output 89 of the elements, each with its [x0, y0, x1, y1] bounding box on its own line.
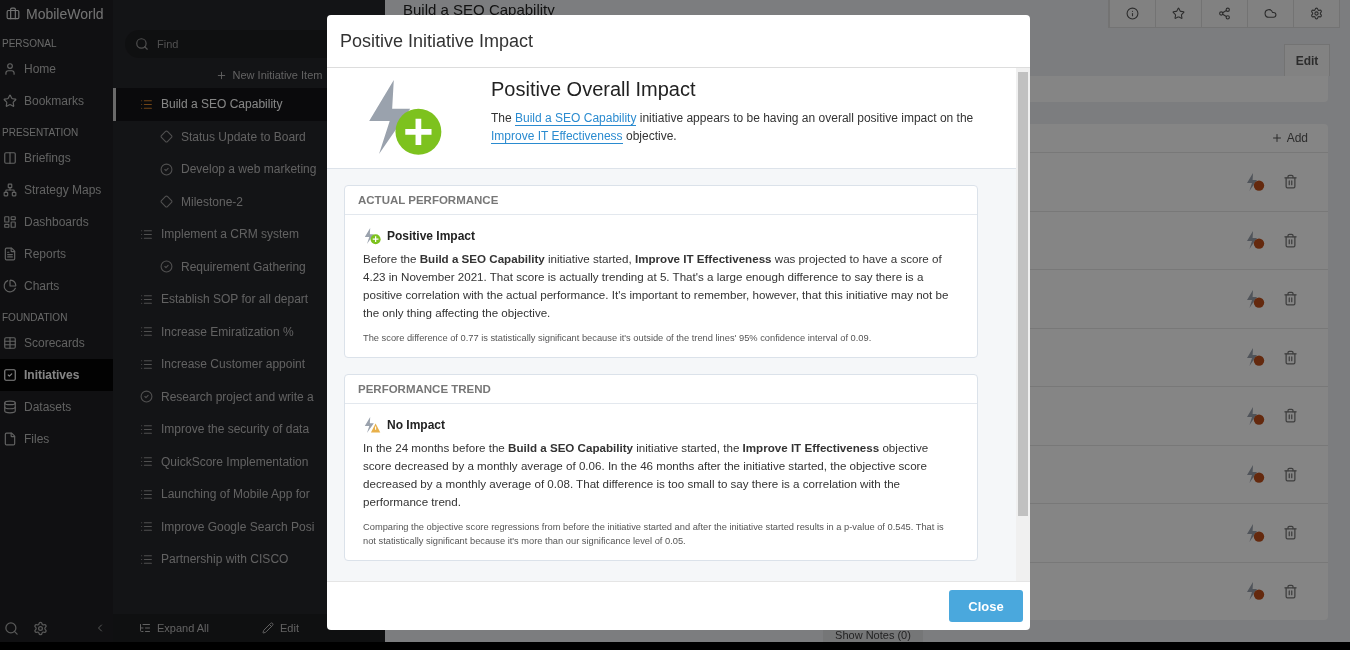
trash-icon[interactable] [1283, 349, 1298, 365]
section-title: PRESENTATION [1, 126, 80, 140]
impact-summary: The Build a SEO Capability initiative appears to be having an overall positive impact on the Improve IT Effectiveness objective. [491, 110, 975, 145]
impact-explanation: Before the Build a SEO Capability initiative started, Improve IT Effectiveness was projected to have a score of 4.23 in November 2021. That score is actually trending at 5. That's a large enough difference to say there is a positive correlation with the actual performance. It's important to remember, however, that this initiative may not be the only thing affecting the objective. [363, 251, 950, 321]
sidebar-item[interactable]: Strategy Maps [0, 174, 113, 206]
add-button[interactable]: Add [1264, 130, 1314, 146]
sidebar-item[interactable]: Dashboards [0, 206, 113, 238]
cloud-icon [1264, 6, 1277, 20]
settings-icon[interactable] [33, 620, 48, 636]
charts-icon [3, 279, 17, 293]
star-icon [1172, 6, 1185, 20]
check-circle-icon [160, 260, 173, 274]
trash-icon[interactable] [1283, 291, 1298, 307]
edit-tab[interactable]: Edit [1284, 44, 1330, 76]
search-icon[interactable] [4, 620, 19, 636]
section-title: FOUNDATION [1, 311, 69, 325]
gear-icon [1310, 6, 1323, 20]
sidebar-item[interactable]: Bookmarks [0, 85, 113, 117]
tree-item[interactable]: Status Update to Board [113, 120, 385, 153]
impact-icon [1245, 464, 1265, 485]
diamond-icon [160, 130, 173, 144]
statistics-note: Comparing the objective score regressions from before the initiative started and after the initiative started results in a p-value of 0.545. That is not statistically significant because it's more than our significance level of 0.05. [363, 521, 945, 548]
impact-explanation: In the 24 months before the Build a SEO Capability initiative started, the Improve IT Effectiveness objective score decreased by a monthly average of 0.06. In the 46 months after the initiative started, the objective score decreased by a monthly average of 0.08. That difference is too small to say there is a correlation with the performance trend. [363, 440, 930, 510]
impact-result: No Impact [387, 418, 445, 432]
expand-icon [139, 622, 151, 634]
check-circle-icon [140, 390, 153, 404]
files-icon [3, 432, 17, 446]
impact-icon [1245, 522, 1265, 543]
expand-all-button[interactable]: Expand All [133, 621, 215, 635]
scrollbar[interactable] [1016, 68, 1030, 581]
list-icon [140, 487, 153, 501]
impact-result: Positive Impact [387, 229, 476, 243]
section-title: PERSONAL [1, 37, 58, 51]
sidebar-item[interactable]: Files [0, 423, 113, 455]
list-icon [140, 552, 153, 566]
sidebar-item[interactable]: Initiatives [0, 359, 113, 391]
close-button[interactable]: Close [949, 590, 1023, 622]
objective-link[interactable]: Improve IT Effectiveness [491, 129, 623, 144]
objective-link[interactable]: Build a SEO Capability [515, 111, 637, 126]
diamond-icon [160, 195, 173, 209]
trash-icon[interactable] [1283, 174, 1298, 190]
statistics-note: The score difference of 0.77 is statistically significant because it's outside of the trend lines' 95% confidence interval of 0.09. [363, 332, 873, 345]
briefcase-icon [6, 7, 20, 21]
check-circle-icon [160, 162, 173, 176]
impact-icon [1245, 581, 1265, 602]
plus-icon [1270, 132, 1283, 144]
trash-icon[interactable] [1283, 525, 1298, 541]
bookmarks-icon [3, 94, 17, 108]
impact-icon [1245, 405, 1265, 426]
edit-button[interactable]: Edit [256, 621, 305, 635]
datasets-icon [3, 400, 17, 414]
list-icon [140, 520, 153, 534]
list-icon [140, 97, 153, 111]
info-icon [1126, 6, 1139, 20]
trash-icon[interactable] [1283, 583, 1298, 599]
list-icon [140, 422, 153, 436]
list-icon [140, 455, 153, 469]
search-icon [135, 37, 149, 51]
card-title: PERFORMANCE TREND [345, 375, 977, 404]
tree-item[interactable]: Implement a CRM system [113, 218, 385, 251]
no-impact-icon [363, 416, 381, 434]
plus-icon [215, 69, 227, 81]
impact-heading: Positive Overall Impact [491, 78, 697, 101]
impact-icon [1245, 288, 1265, 309]
trash-icon[interactable] [1283, 466, 1298, 482]
sidebar-item[interactable]: Charts [0, 270, 113, 302]
impact-icon [1245, 230, 1265, 251]
page-title: Build a SEO Capability [403, 0, 555, 18]
pencil-icon [262, 622, 275, 634]
impact-icon [1245, 347, 1265, 368]
sidebar-item[interactable]: Datasets [0, 391, 113, 423]
list-icon [140, 357, 153, 371]
sidebar-item[interactable]: Scorecards [0, 327, 113, 359]
tree-item[interactable]: Develop a web marketing [113, 153, 385, 186]
sidebar-item[interactable]: Home [0, 53, 113, 85]
share-icon [1218, 6, 1231, 20]
impact-icon [1245, 171, 1265, 192]
sidebar-item[interactable]: Briefings [0, 142, 113, 174]
sidebar-item[interactable]: Reports [0, 238, 113, 270]
reports-icon [3, 247, 17, 261]
new-item-button[interactable]: New Initiative Item [209, 68, 329, 82]
trash-icon[interactable] [1283, 232, 1298, 248]
list-icon [140, 325, 153, 339]
list-icon [140, 292, 153, 306]
positive-impact-icon [363, 227, 381, 245]
app-name: MobileWorld [26, 6, 104, 22]
trash-icon[interactable] [1283, 408, 1298, 424]
card-title: ACTUAL PERFORMANCE [345, 186, 977, 215]
list-icon [140, 227, 153, 241]
